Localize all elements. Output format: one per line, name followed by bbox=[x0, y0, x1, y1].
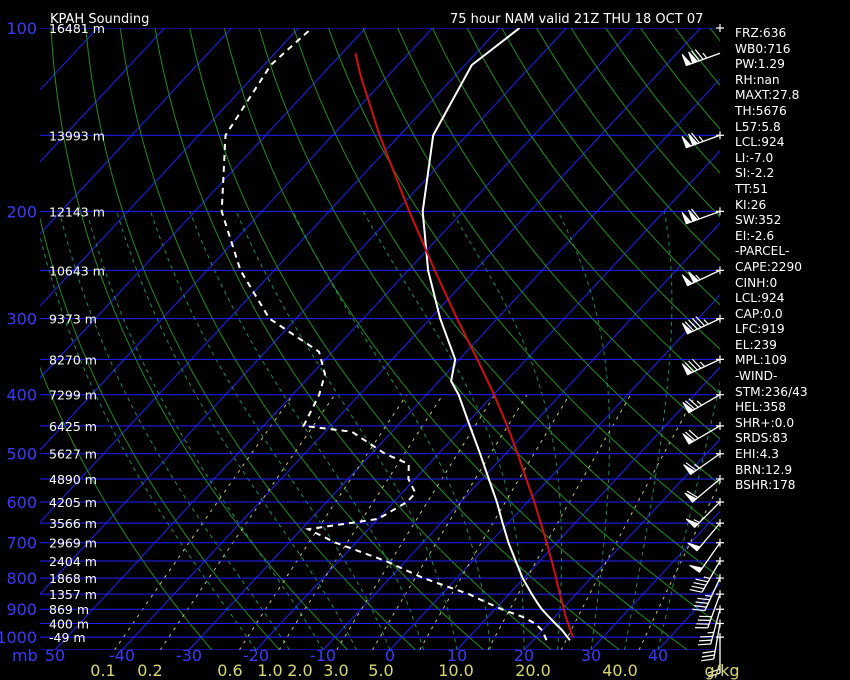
pressure-tick-label: 700 bbox=[6, 534, 37, 553]
stat-line: CAP:0.0 bbox=[735, 306, 783, 321]
height-label: -49 m bbox=[49, 630, 86, 645]
pressure-tick-label: 900 bbox=[6, 600, 37, 619]
stat-line: SHR+:0.0 bbox=[735, 415, 795, 430]
stat-line: CINH:0 bbox=[735, 275, 778, 290]
stat-line: FRZ:636 bbox=[735, 26, 787, 40]
height-label: 13993 m bbox=[49, 128, 105, 143]
mixing-ratio-label: 0.6 bbox=[217, 661, 242, 680]
height-label: 9373 m bbox=[49, 312, 97, 327]
pressure-tick-label: 1000 bbox=[0, 628, 37, 647]
stat-line: TH:5676 bbox=[735, 103, 787, 118]
stat-line: -WIND- bbox=[735, 369, 778, 384]
mixing-ratio-label: 0.1 bbox=[90, 661, 115, 680]
stat-line: CAPE:2290 bbox=[735, 259, 803, 274]
pressure-tick-label: 400 bbox=[6, 386, 37, 405]
height-label: 4890 m bbox=[49, 472, 97, 487]
mixing-ratio-label: 2.0 bbox=[287, 661, 312, 680]
stat-line: EHI:4.3 bbox=[735, 447, 779, 462]
chart-subtitle: 75 hour NAM valid 21Z THU 18 OCT 07 bbox=[450, 12, 703, 27]
height-label: 12143 m bbox=[49, 204, 105, 219]
pressure-tick-label: 200 bbox=[6, 202, 37, 221]
pressure-tick-label: 100 bbox=[6, 19, 37, 38]
mixing-ratio-label: 10.0 bbox=[438, 661, 474, 680]
stat-line: -PARCEL- bbox=[735, 244, 790, 259]
mixing-ratio-label: 0.2 bbox=[137, 661, 162, 680]
stat-line: BSHR:178 bbox=[735, 478, 796, 493]
height-label: 1868 m bbox=[49, 571, 97, 586]
mixing-ratio-label: 1.0 bbox=[257, 661, 282, 680]
stat-line: EI:-2.6 bbox=[735, 228, 775, 243]
height-label: 3566 m bbox=[49, 516, 97, 531]
chart-title: KPAH Sounding bbox=[50, 12, 149, 27]
stat-line: LCL:924 bbox=[735, 135, 785, 150]
skewt-chart: 100200300400500600700800900100016481 m13… bbox=[0, 0, 850, 680]
height-label: 2404 m bbox=[49, 554, 97, 569]
mixing-ratio-label: 5.0 bbox=[368, 661, 393, 680]
height-label: 10643 m bbox=[49, 263, 105, 278]
mixing-ratio-label: 20.0 bbox=[515, 661, 551, 680]
stat-line: MAXT:27.8 bbox=[735, 88, 800, 103]
stat-line: RH:nan bbox=[735, 72, 780, 87]
height-label: 5627 m bbox=[49, 447, 97, 462]
height-label: 1357 m bbox=[49, 587, 97, 602]
height-label: 869 m bbox=[49, 602, 89, 617]
stat-line: L57:5.8 bbox=[735, 119, 781, 134]
stats-panel: FRZ:636 WB0:716 PW:1.29 RH:nan MAXT:27.8 TH:5… bbox=[735, 26, 847, 494]
temperature-tick-label: 40 bbox=[648, 646, 668, 665]
stat-line: WB0:716 bbox=[735, 41, 791, 56]
stat-line: STM:236/43 bbox=[735, 384, 808, 399]
temperature-tick-label: 50 bbox=[45, 646, 65, 665]
height-label: 4205 m bbox=[49, 495, 97, 510]
stat-line: MPL:109 bbox=[735, 353, 788, 368]
pressure-tick-label: 600 bbox=[6, 493, 37, 512]
temperature-tick-label: -30 bbox=[176, 646, 202, 665]
mixing-ratio-label: g/kg bbox=[705, 661, 740, 680]
height-label: 7299 m bbox=[49, 388, 97, 403]
height-label: 2969 m bbox=[49, 536, 97, 551]
mixing-ratio-label: 3.0 bbox=[323, 661, 348, 680]
temperature-tick-label: 30 bbox=[581, 646, 601, 665]
stat-line: EL:239 bbox=[735, 337, 777, 352]
stat-line: LCL:924 bbox=[735, 291, 785, 306]
pressure-tick-label: 800 bbox=[6, 569, 37, 588]
mixing-ratio-label: 40.0 bbox=[602, 661, 638, 680]
height-label: 8270 m bbox=[49, 352, 97, 367]
pressure-unit-label: mb bbox=[12, 646, 38, 665]
stat-line: KI:26 bbox=[735, 197, 767, 212]
stat-line: HEL:358 bbox=[735, 400, 787, 415]
stat-line: SRDS:83 bbox=[735, 431, 788, 446]
stat-line: LI:-7.0 bbox=[735, 150, 774, 165]
stat-line: TT:51 bbox=[735, 181, 768, 196]
stat-line: BRN:12.9 bbox=[735, 462, 793, 477]
pressure-tick-label: 500 bbox=[6, 445, 37, 464]
pressure-tick-label: 300 bbox=[6, 310, 37, 329]
stat-line: LFC:919 bbox=[735, 322, 785, 337]
stat-line: SI:-2.2 bbox=[735, 166, 775, 181]
stat-line: PW:1.29 bbox=[735, 57, 785, 72]
stat-line: SW:352 bbox=[735, 213, 782, 228]
height-label: 6425 m bbox=[49, 419, 97, 434]
